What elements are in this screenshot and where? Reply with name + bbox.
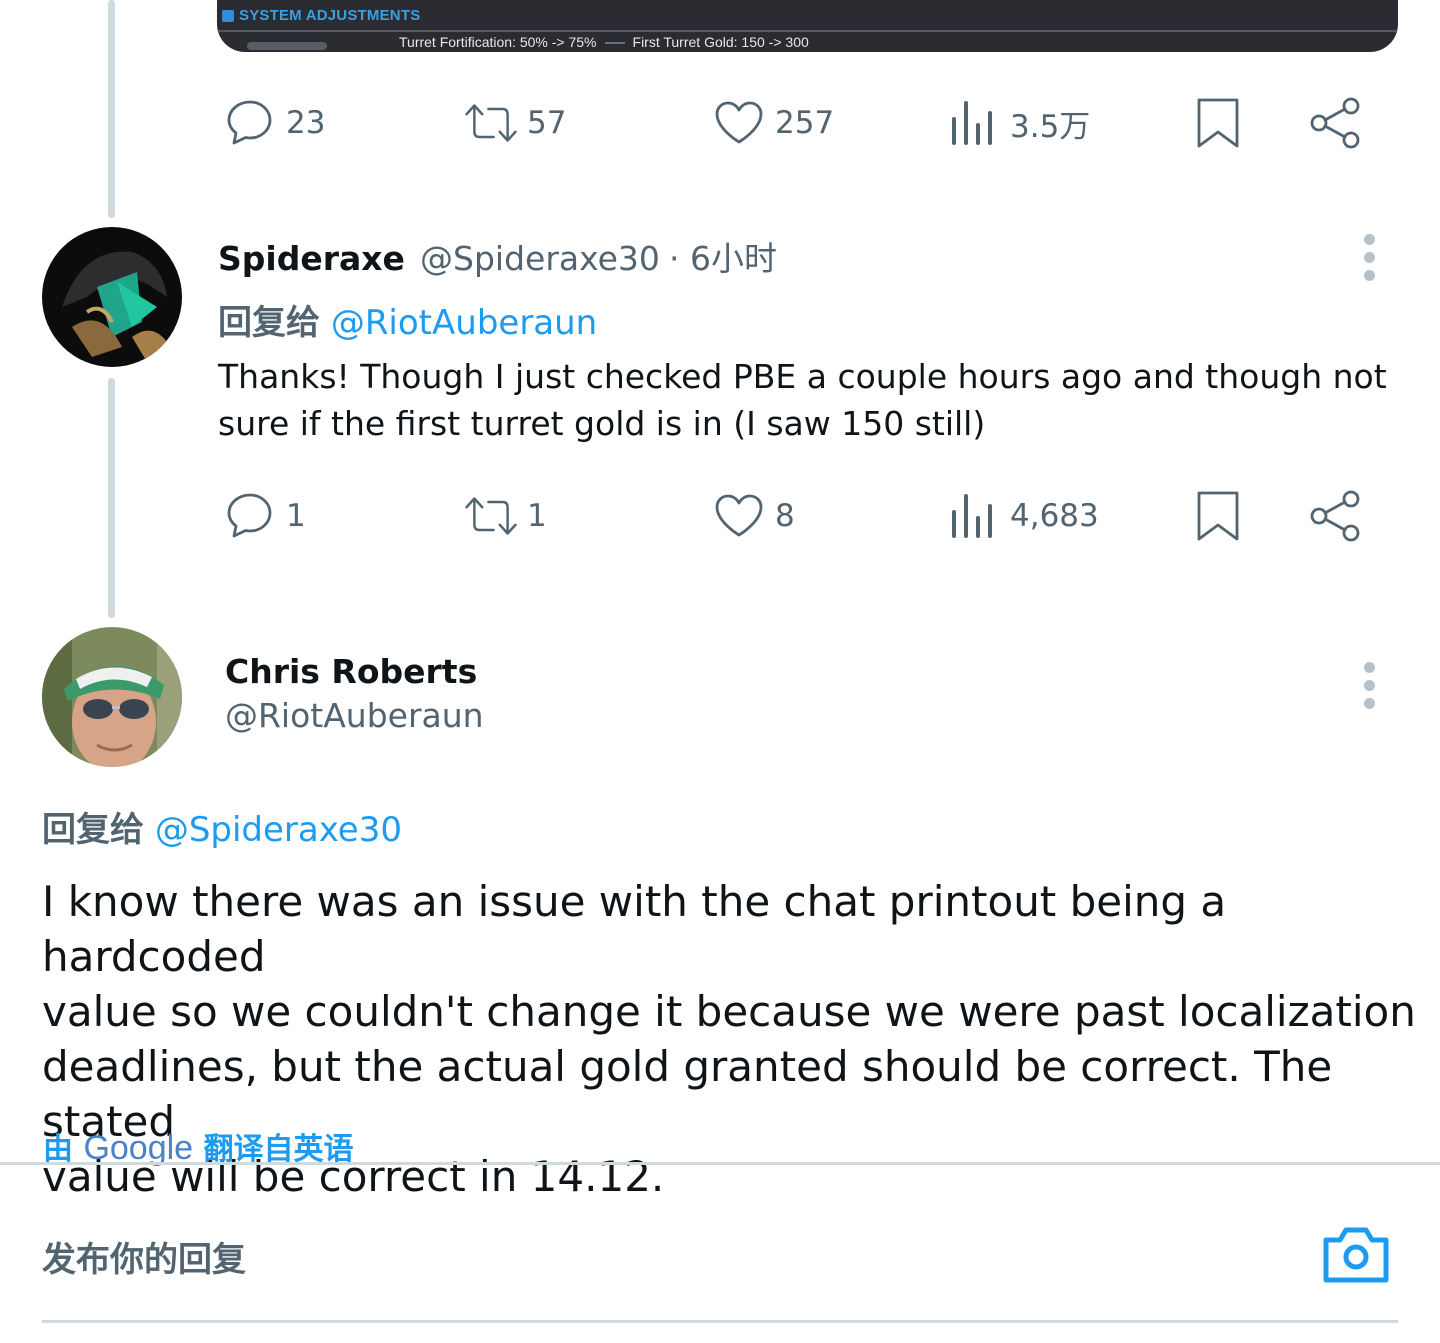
- reply-icon: [227, 493, 272, 538]
- share-button[interactable]: [1307, 95, 1363, 151]
- views-icon: [952, 101, 992, 145]
- bookmark-button[interactable]: [1190, 488, 1246, 544]
- reply-prefix: 回复给: [42, 810, 144, 850]
- avatar-image: [42, 627, 182, 767]
- view-count: 3.5万: [1010, 108, 1091, 145]
- media-divider: [217, 30, 1398, 32]
- camera-icon: [1323, 1227, 1389, 1283]
- display-name[interactable]: Spideraxe: [218, 239, 405, 278]
- tweet-text-line: Thanks! Though I just checked PBE a coup…: [218, 357, 1387, 396]
- reply-button[interactable]: 1: [222, 488, 306, 544]
- views-button[interactable]: 4,683: [946, 488, 1099, 544]
- view-count: 4,683: [1010, 498, 1099, 534]
- retweet-icon: [465, 497, 517, 535]
- like-count: 8: [775, 498, 795, 534]
- replying-to: 回复给 @RiotAuberaun: [218, 295, 597, 344]
- bookmark-button[interactable]: [1190, 95, 1246, 151]
- replying-to: 回复给 @Spideraxe30: [42, 802, 402, 851]
- avatar-chris-roberts[interactable]: [42, 627, 182, 767]
- retweet-button[interactable]: 57: [463, 95, 566, 151]
- user-handle[interactable]: @Spideraxe30: [420, 239, 660, 278]
- more-icon[interactable]: [1364, 662, 1376, 716]
- retweet-count: 57: [527, 105, 567, 141]
- share-icon: [1310, 490, 1360, 542]
- media-blur: [247, 42, 327, 50]
- reply-count: 23: [286, 105, 326, 141]
- bookmark-icon: [1197, 98, 1239, 148]
- tweet-text-line: sure if the first turret gold is in (I s…: [218, 404, 986, 443]
- like-button[interactable]: 257: [711, 95, 834, 151]
- retweet-button[interactable]: 1: [463, 488, 547, 544]
- media-line-b: First Turret Gold: 150 -> 300: [632, 34, 809, 50]
- media-line-a: Turret Fortification: 50% -> 75%: [399, 34, 597, 50]
- reply-composer-input[interactable]: 发布你的回复: [42, 1232, 246, 1281]
- media-caption: Turret Fortification: 50% -> 75% First Tu…: [399, 34, 809, 50]
- like-count: 257: [775, 105, 835, 141]
- reply-icon: [227, 100, 272, 145]
- avatar-spideraxe[interactable]: [42, 227, 182, 367]
- reply-button[interactable]: 23: [222, 95, 325, 151]
- views-button[interactable]: 3.5万: [946, 95, 1090, 151]
- thread-line-middle: [108, 378, 115, 618]
- like-icon: [715, 494, 763, 537]
- bookmark-icon: [1197, 491, 1239, 541]
- retweet-count: 1: [527, 498, 547, 534]
- main-tweet-text-line: I know there was an issue with the chat …: [42, 877, 1227, 981]
- share-button[interactable]: [1307, 488, 1363, 544]
- main-tweet-text-line: value so we couldn't change it because w…: [42, 987, 1416, 1036]
- retweet-icon: [465, 104, 517, 142]
- tweet-header: Spideraxe @Spideraxe30 · 6小时: [218, 232, 777, 280]
- system-icon: [222, 10, 234, 22]
- reply-prefix: 回复给: [218, 303, 320, 343]
- composer-underline: [42, 1320, 1398, 1323]
- display-name[interactable]: Chris Roberts: [225, 652, 477, 691]
- thread-line-top: [108, 0, 115, 218]
- avatar-image: [42, 227, 182, 367]
- reply-count: 1: [286, 498, 306, 534]
- media-separator: [604, 42, 625, 45]
- share-icon: [1310, 97, 1360, 149]
- camera-button[interactable]: [1322, 1224, 1390, 1290]
- like-icon: [715, 101, 763, 144]
- timestamp[interactable]: · 6小时: [669, 239, 777, 278]
- reply-to-link[interactable]: @Spideraxe30: [155, 810, 402, 850]
- section-divider: [0, 1162, 1440, 1165]
- tweet-media-image[interactable]: SYSTEM ADJUSTMENTS Turret Fortification:…: [217, 0, 1398, 52]
- like-button[interactable]: 8: [711, 488, 795, 544]
- views-icon: [952, 494, 992, 538]
- reply-to-link[interactable]: @RiotAuberaun: [331, 303, 597, 343]
- more-icon[interactable]: [1364, 234, 1376, 288]
- media-header: SYSTEM ADJUSTMENTS: [239, 7, 421, 24]
- user-handle[interactable]: @RiotAuberaun: [225, 696, 484, 735]
- tweet-text: Thanks! Though I just checked PBE a coup…: [218, 353, 1398, 447]
